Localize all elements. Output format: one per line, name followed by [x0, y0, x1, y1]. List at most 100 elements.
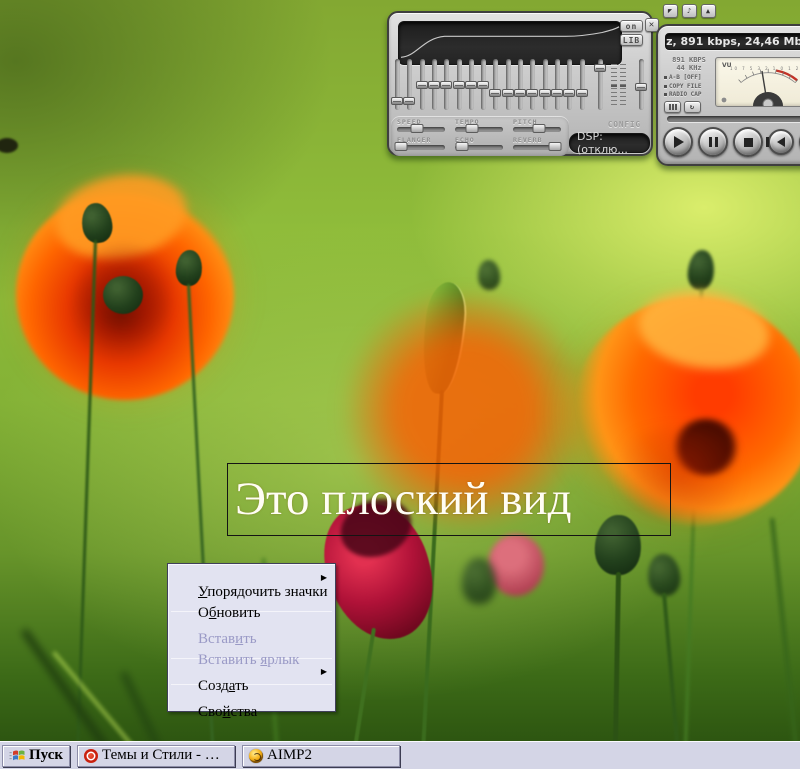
effect-slider[interactable] [397, 124, 445, 133]
effect-flanger: FLANGER [394, 136, 449, 154]
eq-band-slider[interactable] [563, 59, 576, 110]
menu-item-create[interactable]: Создать ▶ [169, 661, 334, 694]
eq-band-handle[interactable] [477, 80, 490, 89]
wallpaper-stem [612, 571, 621, 769]
eq-band-handle[interactable] [514, 88, 526, 97]
effect-handle[interactable] [455, 142, 469, 151]
eq-volume-handle[interactable] [635, 83, 647, 92]
effect-reverb: REVERB [513, 136, 565, 154]
eq-band-slider[interactable] [575, 59, 588, 110]
menu-item-properties[interactable]: Свойства [169, 687, 334, 720]
eq-band-slider[interactable] [501, 59, 514, 110]
bitrate-readout: 891 KBPS [672, 56, 706, 64]
dsp-status-display[interactable]: DSP:(отклю... [569, 130, 650, 156]
config-label[interactable]: CONFIG [608, 120, 641, 129]
player-window: Iz, 891 kbps, 24,46 Mb ::. 891 KBPS 44 K… [656, 24, 800, 166]
samplerate-readout: 44 KHz [676, 64, 702, 72]
effects-panel: SPEED TEMPO PITCH FLANGER ECHO REVERB [391, 116, 569, 156]
eq-band-handle[interactable] [538, 88, 551, 97]
menu-item-arrange-icons[interactable]: Упорядочить значки ▶ [169, 567, 334, 600]
eq-band-handle[interactable] [440, 80, 453, 89]
menu-item-paste-shortcut[interactable]: Вставить ярлык [169, 635, 334, 668]
effect-handle[interactable] [394, 142, 408, 151]
eq-band-handle[interactable] [403, 96, 416, 105]
seek-bar[interactable] [667, 116, 800, 122]
eq-band-slider[interactable] [538, 59, 551, 110]
vu-meter: VU VU 10 7 5 3 2 1 0 1 2 3 [715, 57, 800, 110]
eq-band-slider[interactable] [550, 59, 563, 110]
eq-band-slider[interactable] [514, 59, 526, 110]
eq-band-handle[interactable] [501, 88, 514, 97]
pause-icon [708, 137, 718, 147]
task-label: Темы и Стили - Кл... [102, 747, 229, 763]
wallpaper-insect [0, 138, 18, 153]
eq-band-handle[interactable] [464, 80, 477, 89]
menu-item-paste[interactable]: Вставить [169, 614, 334, 647]
eq-band-slider[interactable] [427, 59, 440, 110]
effect-echo: ECHO [455, 136, 507, 154]
eq-band-handle[interactable] [526, 88, 539, 97]
stop-button[interactable] [733, 127, 763, 157]
stop-icon [743, 137, 753, 147]
effect-handle[interactable] [465, 124, 479, 133]
previous-icon [766, 137, 785, 147]
wallpaper-pod [476, 259, 502, 291]
eq-band-slider[interactable] [477, 59, 490, 110]
eq-sliders-area [391, 59, 651, 111]
copy-file-flag[interactable]: COPY FILE [664, 83, 714, 90]
ab-repeat-flag[interactable]: A-B [OFF] [664, 74, 714, 81]
effect-slider[interactable] [455, 124, 503, 133]
windows-logo-icon [9, 750, 25, 761]
effect-slider[interactable] [394, 142, 445, 151]
eject-icon[interactable]: ▲ [701, 4, 716, 18]
radio-cap-flag[interactable]: RADIO CAP [664, 91, 714, 98]
corner-arrow-icon[interactable]: ◤ [663, 4, 678, 18]
menu-item-refresh[interactable]: Обновить [169, 588, 334, 621]
effect-slider[interactable] [513, 124, 561, 133]
eq-band-handle[interactable] [391, 96, 403, 105]
eq-band-handle[interactable] [563, 88, 576, 97]
marquee-text: Iz, 891 kbps, 24,46 Mb ::. [666, 35, 800, 48]
start-button[interactable]: Пуск [2, 744, 71, 767]
desktop: { "desktop": { "caption": "Это плоский в… [0, 0, 800, 769]
eq-volume-slider[interactable] [635, 59, 647, 110]
eq-preamp-slider[interactable] [594, 59, 606, 110]
effect-slider[interactable] [513, 142, 562, 151]
eq-band-slider[interactable] [440, 59, 453, 110]
eq-band-handle[interactable] [452, 80, 465, 89]
taskbar-task-aimp[interactable]: AIMP2 [242, 744, 401, 767]
effect-handle[interactable] [410, 124, 424, 133]
effect-pitch: PITCH [513, 118, 565, 136]
loop-button[interactable]: ↻ [684, 101, 701, 113]
player-info-panel: 891 KBPS 44 KHz A-B [OFF] COPY FILE RADI… [664, 56, 714, 113]
eq-band-slider[interactable] [403, 59, 416, 110]
play-button[interactable] [663, 127, 693, 157]
pause-button[interactable] [698, 127, 728, 157]
eq-band-slider[interactable] [526, 59, 539, 110]
eq-band-slider[interactable] [391, 59, 403, 110]
aimp-icon [249, 748, 264, 763]
caption-box: Это плоский вид [227, 463, 671, 536]
spectrum-button[interactable] [664, 101, 681, 113]
tools-icon[interactable]: ♪ [682, 4, 697, 18]
eq-band-slider[interactable] [489, 59, 502, 110]
effect-handle[interactable] [548, 142, 562, 151]
eq-preamp-handle[interactable] [594, 64, 606, 73]
eq-band-slider[interactable] [415, 59, 428, 110]
opera-icon [84, 748, 99, 763]
previous-button[interactable] [766, 129, 794, 155]
dsp-on-button[interactable]: on [620, 20, 643, 32]
effect-label: TEMPO [455, 118, 480, 126]
eq-band-slider[interactable] [452, 59, 465, 110]
effect-slider[interactable] [455, 142, 503, 151]
eq-band-handle[interactable] [489, 88, 502, 97]
effect-handle[interactable] [532, 124, 546, 133]
eq-band-handle[interactable] [427, 80, 440, 89]
eq-band-slider[interactable] [464, 59, 477, 110]
taskbar-task-opera[interactable]: Темы и Стили - Кл... [77, 744, 236, 767]
dsp-lib-button[interactable]: LIB [620, 34, 643, 46]
eq-band-handle[interactable] [575, 88, 588, 97]
eq-band-handle[interactable] [415, 80, 428, 89]
effects-grid: SPEED TEMPO PITCH FLANGER ECHO REVERB [394, 118, 565, 154]
eq-band-handle[interactable] [550, 88, 563, 97]
